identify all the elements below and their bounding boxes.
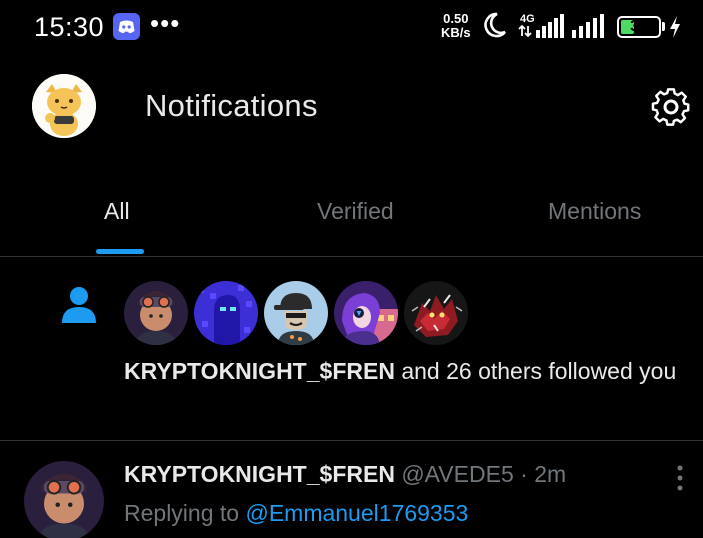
replying-to-link[interactable]: @Emmanuel1769353 <box>245 500 468 526</box>
avatar[interactable] <box>334 281 398 345</box>
signal-icon: 4G <box>518 12 566 45</box>
charging-bolt-icon <box>668 15 682 44</box>
discord-icon <box>113 13 140 40</box>
settings-button[interactable] <box>648 84 694 130</box>
avatar[interactable] <box>264 281 328 345</box>
notification-tabs: All Verified Mentions <box>0 176 703 256</box>
tweet-author-name[interactable]: KRYPTOKNIGHT_$FREN <box>124 461 395 487</box>
tweet-separator: · <box>513 461 535 487</box>
gear-icon <box>651 88 690 126</box>
tweet-author-handle[interactable]: @AVEDE5 <box>401 461 513 487</box>
tab-all[interactable]: All <box>104 198 130 225</box>
battery-icon: 36 <box>617 16 661 38</box>
follow-notification-rest: and 26 others followed you <box>394 358 677 384</box>
avatar[interactable] <box>194 281 258 345</box>
follow-notification[interactable]: KRYPTOKNIGHT_$FREN and 26 others followe… <box>0 257 703 440</box>
tweet-timestamp: 2m <box>534 461 567 487</box>
signal-icon <box>570 12 608 45</box>
more-options-button[interactable] <box>670 463 690 493</box>
active-tab-indicator <box>96 249 144 254</box>
avatar[interactable] <box>124 281 188 345</box>
tab-verified[interactable]: Verified <box>317 198 394 225</box>
svg-text:4G: 4G <box>520 13 535 25</box>
tweet-header: KRYPTOKNIGHT_$FREN @AVEDE5 · 2m <box>124 461 566 488</box>
more-vertical-icon <box>677 465 683 491</box>
battery-nub <box>662 22 665 31</box>
moon-icon <box>480 10 508 45</box>
page-title: Notifications <box>145 88 318 123</box>
avatar[interactable] <box>24 461 104 538</box>
replying-to-prefix: Replying to <box>124 500 246 526</box>
follow-notification-text: KRYPTOKNIGHT_$FREN and 26 others followe… <box>124 355 684 388</box>
battery-level: 36 <box>630 18 648 35</box>
more-dots-icon: ••• <box>150 8 181 38</box>
tweet[interactable]: KRYPTOKNIGHT_$FREN @AVEDE5 · 2m Replying… <box>0 441 703 538</box>
network-speed: 0.50 KB/s <box>441 11 471 40</box>
avatar[interactable] <box>404 281 468 345</box>
tab-mentions[interactable]: Mentions <box>548 198 641 225</box>
status-time: 15:30 <box>34 12 105 42</box>
status-bar: 15:30 ••• 0.50 KB/s 4G 36 <box>0 0 703 56</box>
follower-name[interactable]: KRYPTOKNIGHT_$FREN <box>124 358 395 384</box>
person-icon <box>61 285 97 330</box>
replying-to: Replying to @Emmanuel1769353 <box>124 500 468 527</box>
profile-avatar[interactable] <box>32 74 96 138</box>
